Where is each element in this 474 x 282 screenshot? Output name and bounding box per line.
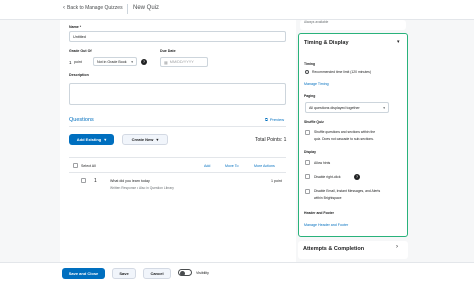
manage-timing-link[interactable]: Manage Timing bbox=[304, 82, 329, 86]
availability-text: Always available bbox=[304, 20, 329, 24]
chevron-down-icon: ▾ bbox=[131, 59, 133, 64]
question-checkbox[interactable] bbox=[81, 178, 86, 183]
clock-icon bbox=[305, 70, 309, 74]
attempts-completion-card[interactable]: Attempts & Completion › bbox=[298, 241, 408, 259]
help-icon[interactable]: ? bbox=[141, 58, 147, 65]
shuffle-checkbox[interactable] bbox=[305, 130, 310, 135]
chevron-right-icon: › bbox=[396, 244, 398, 250]
save-and-close-button[interactable]: Save and Close bbox=[62, 268, 105, 279]
header-footer-label: Header and Footer bbox=[304, 211, 334, 215]
due-date-label: Due Date bbox=[160, 49, 176, 53]
question-list-divider bbox=[69, 172, 286, 173]
question-text[interactable]: What did you learn today bbox=[110, 179, 150, 183]
collapse-icon[interactable]: ▾ bbox=[397, 39, 400, 45]
page-title: New Quiz bbox=[133, 5, 160, 11]
paging-label: Paging bbox=[304, 94, 316, 98]
name-label: Name * bbox=[69, 25, 82, 29]
grade-value[interactable]: 1 bbox=[69, 60, 72, 65]
disable-email-checkbox[interactable] bbox=[305, 189, 310, 194]
chevron-down-icon: ▾ bbox=[104, 137, 107, 142]
grade-out-of-label: Grade Out Of bbox=[69, 49, 92, 53]
disable-email-label-line-1: Disable Email, Instant Messages, and Ale… bbox=[314, 189, 381, 193]
disable-right-click-label: Disable right-click bbox=[314, 175, 341, 179]
question-points: 1 point bbox=[271, 179, 282, 183]
add-action[interactable]: Add bbox=[204, 164, 210, 168]
select-all-checkbox[interactable] bbox=[73, 163, 78, 168]
add-existing-label: Add Existing bbox=[76, 137, 102, 142]
preview-icon: ⧉ bbox=[265, 117, 268, 122]
chevron-down-icon: ▾ bbox=[383, 105, 385, 110]
shuffle-label: Shuffle Quiz bbox=[304, 120, 324, 124]
back-link-label: Back to Manage Quizzes bbox=[67, 5, 123, 11]
add-existing-button[interactable]: Add Existing ▾ bbox=[69, 134, 114, 145]
grade-book-select-value: Not in Grade Book bbox=[97, 59, 127, 64]
grade-book-select[interactable]: Not in Grade Book ▾ bbox=[93, 57, 137, 66]
manage-header-footer-link[interactable]: Manage Header and Footer bbox=[304, 223, 348, 227]
preview-link[interactable]: ⧉ Preview bbox=[265, 117, 284, 122]
shuffle-text-line-1: Shuffle questions and sections within th… bbox=[314, 130, 376, 134]
chevron-left-icon: ‹ bbox=[63, 5, 65, 11]
availability-card[interactable]: Always available bbox=[300, 20, 406, 30]
more-actions-action[interactable]: More Actions bbox=[254, 164, 275, 168]
bottom-action-bar: Save and Close Save Cancel Visibility bbox=[0, 262, 474, 282]
chevron-down-icon: ▾ bbox=[156, 137, 159, 142]
select-all-label: Select All bbox=[81, 163, 96, 168]
timing-display-card: Timing & Display ▾ Timing Recommended ti… bbox=[298, 33, 408, 237]
create-new-button[interactable]: Create New ▾ bbox=[122, 134, 168, 145]
save-button[interactable]: Save bbox=[112, 268, 136, 279]
calendar-icon: ▦ bbox=[164, 59, 168, 65]
preview-label: Preview bbox=[269, 117, 285, 122]
due-date-placeholder: MM/DD/YYYY bbox=[169, 60, 194, 64]
cancel-button[interactable]: Cancel bbox=[143, 268, 171, 279]
shuffle-text-line-2: quiz. Does not cascade to sub-sections. bbox=[314, 137, 374, 141]
top-bar: ‹ Back to Manage Quizzes New Quiz bbox=[0, 0, 474, 20]
visibility-label: Visibility bbox=[196, 270, 209, 275]
questions-title: Questions bbox=[69, 117, 94, 123]
disable-right-click-checkbox[interactable] bbox=[305, 174, 310, 179]
timing-label: Timing bbox=[304, 62, 316, 66]
help-icon[interactable]: ? bbox=[354, 173, 360, 180]
header-separator bbox=[127, 4, 128, 14]
toggle-knob bbox=[180, 270, 185, 276]
select-row-divider bbox=[69, 157, 286, 158]
disable-email-label-line-2: within Brightspace bbox=[314, 196, 342, 200]
name-input[interactable]: Untitled bbox=[69, 31, 286, 42]
display-label: Display bbox=[304, 150, 317, 154]
paging-select[interactable]: All questions displayed together ▾ bbox=[305, 102, 389, 113]
move-to-action[interactable]: Move To bbox=[225, 164, 239, 168]
paging-select-value: All questions displayed together bbox=[309, 105, 360, 110]
description-editor[interactable] bbox=[69, 83, 286, 105]
create-new-label: Create New bbox=[131, 137, 154, 142]
question-number: 1 bbox=[94, 178, 97, 184]
question-meta: Written Response • Also in Question Libr… bbox=[110, 186, 174, 190]
attempts-completion-title: Attempts & Completion bbox=[303, 246, 365, 252]
timing-display-title: Timing & Display bbox=[304, 40, 349, 46]
due-date-input[interactable]: ▦ MM/DD/YYYY bbox=[160, 57, 208, 67]
allow-hints-checkbox[interactable] bbox=[305, 160, 310, 165]
back-to-manage-quizzes-link[interactable]: ‹ Back to Manage Quizzes bbox=[63, 5, 123, 11]
timing-value: Recommended time limit (120 minutes) bbox=[312, 70, 371, 74]
description-label: Description bbox=[69, 73, 89, 77]
grade-unit: point bbox=[74, 60, 82, 64]
visibility-toggle[interactable] bbox=[178, 269, 192, 276]
total-points: Total Points: 1 bbox=[255, 137, 287, 143]
allow-hints-label: Allow hints bbox=[314, 161, 331, 165]
questions-divider bbox=[69, 126, 286, 127]
